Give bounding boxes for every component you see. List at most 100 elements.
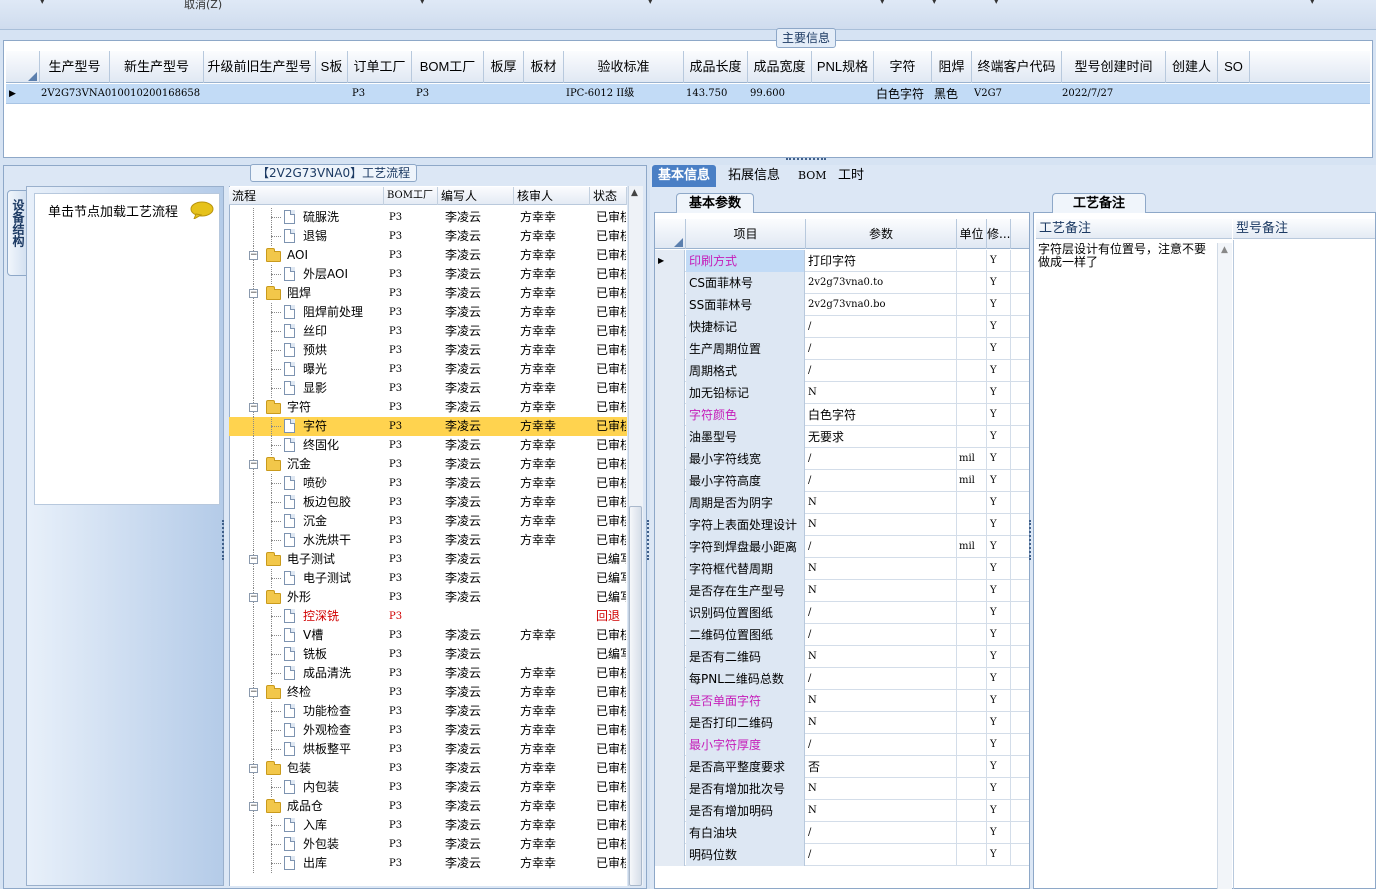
col-header[interactable]: 单位	[957, 219, 987, 249]
param-row[interactable]: 明码位数 / Y	[655, 844, 1029, 866]
vertical-tab-equipment[interactable]: 设备结构	[7, 190, 27, 276]
tree-row[interactable]: 退锡 P3 李凌云 方幸幸 已审核	[229, 227, 627, 246]
param-row[interactable]: 是否高平整度要求否 Y	[655, 756, 1029, 778]
cell-prod-model[interactable]: 2V2G73VNA0	[41, 84, 111, 104]
tree-row[interactable]: 字符 P3 李凌云 方幸幸 已审核	[229, 417, 627, 436]
chevron-down-icon[interactable]: ▾	[40, 0, 45, 7]
col-header[interactable]: 阻焊	[932, 51, 972, 83]
tree-row[interactable]: 外层AOI P3 李凌云 方幸幸 已审核	[229, 265, 627, 284]
col-header[interactable]: 板材	[524, 51, 564, 83]
tree-row[interactable]: 外包装 P3 李凌云 方幸幸 已审核	[229, 835, 627, 854]
param-value[interactable]: N	[806, 712, 957, 734]
col-header[interactable]: 终端客户代码	[972, 51, 1062, 83]
tree-row[interactable]: 成品清洗 P3 李凌云 方幸幸 已审核	[229, 664, 627, 683]
tree-row[interactable]: 内包装 P3 李凌云 方幸幸 已审核	[229, 778, 627, 797]
collapse-icon[interactable]: −	[249, 593, 258, 602]
col-header[interactable]: 核审人	[514, 187, 590, 205]
param-row[interactable]: 最小字符线宽 / mil Y	[655, 448, 1029, 470]
cancel-button[interactable]: 取消(Z)	[184, 0, 222, 12]
param-value[interactable]: /	[806, 668, 957, 690]
col-header[interactable]: 订单工厂	[348, 51, 412, 83]
param-row[interactable]: SS面菲林号 2v2g73vna0.bo Y	[655, 294, 1029, 316]
tree-row[interactable]: 阻焊前处理 P3 李凌云 方幸幸 已审核	[229, 303, 627, 322]
param-value[interactable]: /	[806, 448, 957, 470]
tree-row[interactable]: − 包装 P3 李凌云 方幸幸 已审核	[229, 759, 627, 778]
tree-row[interactable]: 硫脲洗 P3 李凌云 方幸幸 已审核	[229, 208, 627, 227]
collapse-icon[interactable]: −	[249, 688, 258, 697]
param-value[interactable]: N	[806, 690, 957, 712]
tab-basic-params[interactable]: 基本参数	[676, 193, 755, 213]
chevron-down-icon[interactable]: ▾	[648, 0, 653, 7]
param-value[interactable]: N	[806, 382, 957, 404]
param-row[interactable]: 识别码位置图纸 / Y	[655, 602, 1029, 624]
param-value[interactable]: 2v2g73vna0.bo	[806, 294, 957, 316]
collapse-icon[interactable]: −	[249, 802, 258, 811]
cell-mask[interactable]: 黑色	[934, 84, 958, 104]
cell-char[interactable]: 白色字符	[876, 84, 924, 104]
param-row[interactable]: 快捷标记 / Y	[655, 316, 1029, 338]
cell-standard[interactable]: IPC-6012 II级	[566, 84, 634, 104]
tree-row[interactable]: 丝印 P3 李凌云 方幸幸 已审核	[229, 322, 627, 341]
col-header[interactable]: 参数	[806, 219, 957, 249]
param-value[interactable]: /	[806, 602, 957, 624]
chevron-down-icon[interactable]: ▾	[880, 0, 885, 7]
col-header[interactable]: 创建人	[1166, 51, 1218, 83]
tab-basic-info[interactable]: 基本信息	[652, 165, 717, 187]
tree-row[interactable]: − AOI P3 李凌云 方幸幸 已审核	[229, 246, 627, 265]
col-header[interactable]: 流程	[229, 187, 384, 205]
tree-row[interactable]: − 终检 P3 李凌云 方幸幸 已审核	[229, 683, 627, 702]
param-value[interactable]: N	[806, 580, 957, 602]
param-row[interactable]: 是否有增加明码 N Y	[655, 800, 1029, 822]
collapse-icon[interactable]: −	[249, 764, 258, 773]
process-notes-text[interactable]: 字符层设计有位置号，注意不要做成一样了	[1038, 243, 1216, 269]
param-value[interactable]: 白色字符	[806, 404, 957, 426]
param-row[interactable]: 字符框代替周期 N Y	[655, 558, 1029, 580]
tree-row[interactable]: 铣板 P3 李凌云 已编写	[229, 645, 627, 664]
col-header[interactable]: 字符	[874, 51, 932, 83]
param-row[interactable]: 油墨型号 无要求 Y	[655, 426, 1029, 448]
tree-row[interactable]: − 阻焊 P3 李凌云 方幸幸 已审核	[229, 284, 627, 303]
param-value[interactable]: N	[806, 492, 957, 514]
param-row[interactable]: 是否存在生产型号 N Y	[655, 580, 1029, 602]
collapse-icon[interactable]: −	[249, 555, 258, 564]
tree-row[interactable]: − 电子测试 P3 李凌云 已编写	[229, 550, 627, 569]
col-header[interactable]: 升级前旧生产型号	[204, 51, 316, 83]
param-row[interactable]: 加无铅标记 N Y	[655, 382, 1029, 404]
cell-created[interactable]: 2022/7/27	[1062, 84, 1113, 104]
tree-row[interactable]: 板边包胶 P3 李凌云 方幸幸 已审核	[229, 493, 627, 512]
param-row[interactable]: 最小字符厚度 / Y	[655, 734, 1029, 756]
tree-row[interactable]: 预烘 P3 李凌云 方幸幸 已审核	[229, 341, 627, 360]
tree-row[interactable]: − 沉金 P3 李凌云 方幸幸 已审核	[229, 455, 627, 474]
tree-row[interactable]: 功能检查 P3 李凌云 方幸幸 已审核	[229, 702, 627, 721]
tree-row[interactable]: − 外形 P3 李凌云 已编写	[229, 588, 627, 607]
col-header[interactable]: S板	[316, 51, 348, 83]
scroll-up-icon[interactable]: ▲	[631, 188, 638, 198]
param-row[interactable]: 有白油块 / Y	[655, 822, 1029, 844]
horizontal-splitter[interactable]	[0, 158, 1376, 164]
cell-length[interactable]: 143.750	[686, 84, 727, 104]
col-header[interactable]: 成品宽度	[748, 51, 812, 83]
param-value[interactable]: N	[806, 514, 957, 536]
chevron-down-icon[interactable]: ▾	[1310, 0, 1315, 7]
col-header[interactable]: BOM工厂	[384, 187, 438, 205]
tree-row[interactable]: − 成品仓 P3 李凌云 方幸幸 已审核	[229, 797, 627, 816]
param-value[interactable]: /	[806, 822, 957, 844]
cell-new-model[interactable]: 10010200168658	[111, 84, 200, 104]
tree-row[interactable]: 终固化 P3 李凌云 方幸幸 已审核	[229, 436, 627, 455]
param-value[interactable]: N	[806, 558, 957, 580]
col-header[interactable]: SO	[1218, 51, 1250, 83]
tree-row[interactable]: 沉金 P3 李凌云 方幸幸 已审核	[229, 512, 627, 531]
cell-order-factory[interactable]: P3	[352, 84, 365, 104]
collapse-icon[interactable]: −	[249, 289, 258, 298]
param-value[interactable]: /	[806, 360, 957, 382]
param-row[interactable]: 二维码位置图纸 / Y	[655, 624, 1029, 646]
param-row[interactable]: 是否打印二维码 N Y	[655, 712, 1029, 734]
param-row[interactable]: 是否单面字符 N Y	[655, 690, 1029, 712]
tree-row[interactable]: 入库 P3 李凌云 方幸幸 已审核	[229, 816, 627, 835]
cell-bom-factory[interactable]: P3	[416, 84, 429, 104]
col-header[interactable]: 验收标准	[564, 51, 684, 83]
tree-row[interactable]: 控深铣 P3 回退	[229, 607, 627, 626]
param-row[interactable]: 字符到焊盘最小距离 / mil Y	[655, 536, 1029, 558]
splitter-grip-icon[interactable]	[647, 520, 652, 560]
tab-bom[interactable]: BOM	[792, 165, 833, 187]
